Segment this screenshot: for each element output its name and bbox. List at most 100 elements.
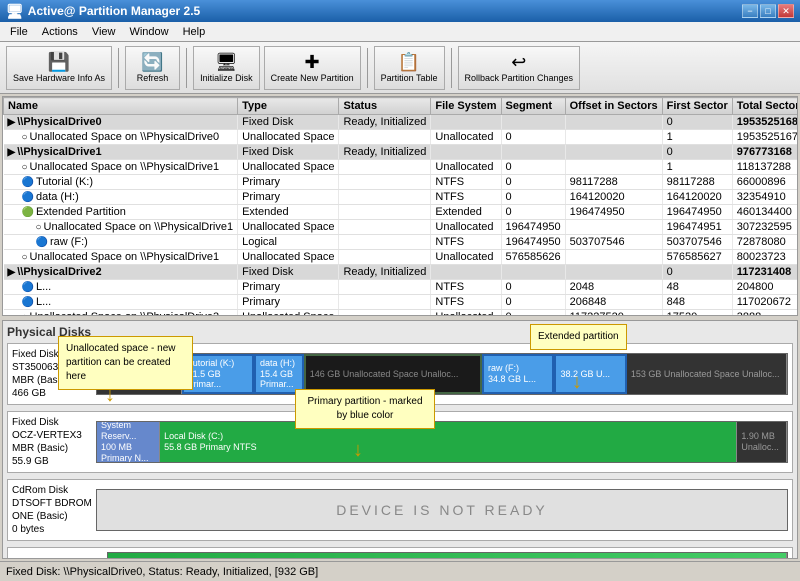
cell-status <box>339 160 431 175</box>
tooltip-primary-text: Primary partition - marked by blue color <box>307 396 422 421</box>
close-button[interactable]: ✕ <box>778 4 794 18</box>
rollback-button[interactable]: ↩ Rollback Partition Changes <box>458 46 581 90</box>
cell-name: ▶\\PhysicalDrive0 <box>4 115 238 130</box>
cell-total: 1953525168 <box>732 115 798 130</box>
disk2-model: DTSOFT BDROM <box>12 497 92 510</box>
cell-name: ○Unallocated Space on \\PhysicalDrive1 <box>4 250 238 265</box>
maximize-button[interactable]: □ <box>760 4 776 18</box>
disk1-part-c[interactable]: Local Disk (C:) 55.8 GB Primary NTFS <box>160 422 737 462</box>
cell-status <box>339 175 431 190</box>
cell-total: 1953525167 <box>732 130 798 145</box>
col-name: Name <box>4 98 238 115</box>
table-row[interactable]: ○Unallocated Space on \\PhysicalDrive1 U… <box>4 220 799 235</box>
save-hw-label: Save Hardware Info As <box>13 73 105 83</box>
menu-window[interactable]: Window <box>123 24 174 40</box>
disk0-part-38[interactable]: 38.2 GB U... <box>554 354 626 394</box>
table-row[interactable]: ○Unallocated Space on \\PhysicalDrive3 U… <box>4 310 799 317</box>
cell-fs: NTFS <box>431 295 501 310</box>
cell-name: ○Unallocated Space on \\PhysicalDrive1 <box>4 220 238 235</box>
toolbar-sep-3 <box>367 48 368 88</box>
cell-total: 118137288 <box>732 160 798 175</box>
table-row[interactable]: 🔵Tutorial (K:) Primary NTFS 0 98117288 9… <box>4 175 799 190</box>
cell-offset <box>565 130 662 145</box>
col-type: Type <box>238 98 339 115</box>
cell-offset <box>565 220 662 235</box>
cell-first: 0 <box>662 115 732 130</box>
create-part-button[interactable]: ✚ Create New Partition <box>264 46 361 90</box>
tooltip-extended: Extended partition <box>530 324 627 350</box>
menu-actions[interactable]: Actions <box>36 24 84 40</box>
tooltip-extended-text: Extended partition <box>538 331 619 342</box>
cell-first: 576585627 <box>662 250 732 265</box>
cell-seg <box>501 265 565 280</box>
cell-seg: 0 <box>501 190 565 205</box>
cell-offset <box>565 265 662 280</box>
menu-view[interactable]: View <box>86 24 122 40</box>
cell-fs <box>431 145 501 160</box>
cell-status: Ready, Initialized <box>339 265 431 280</box>
cell-offset <box>565 250 662 265</box>
table-row[interactable]: ○Unallocated Space on \\PhysicalDrive1 U… <box>4 160 799 175</box>
table-row[interactable]: ▶\\PhysicalDrive0 Fixed Disk Ready, Init… <box>4 115 799 130</box>
cell-type: Unallocated Space <box>238 160 339 175</box>
disk0-part-unalloc2[interactable]: 146 GB Unallocated Space Unalloc... <box>304 354 482 394</box>
save-hw-button[interactable]: 💾 Save Hardware Info As <box>6 46 112 90</box>
cell-offset: 503707546 <box>565 235 662 250</box>
menu-file[interactable]: File <box>4 24 34 40</box>
cell-seg: 0 <box>501 205 565 220</box>
cell-fs: Extended <box>431 205 501 220</box>
cell-first: 0 <box>662 145 732 160</box>
table-row[interactable]: ○Unallocated Space on \\PhysicalDrive1 U… <box>4 250 799 265</box>
table-row[interactable]: 🔵L... Primary NTFS 0 206848 848 11702067… <box>4 295 799 310</box>
tooltip-unalloc: Unallocated space - new partition can be… <box>58 336 193 390</box>
init-disk-button[interactable]: 🖥 Initialize Disk <box>193 46 260 90</box>
col-fs: File System <box>431 98 501 115</box>
table-row[interactable]: ▶\\PhysicalDrive1 Fixed Disk Ready, Init… <box>4 145 799 160</box>
disk3-part-bar[interactable] <box>108 553 787 559</box>
cell-name: 🔵Tutorial (K:) <box>4 175 238 190</box>
cell-status <box>339 130 431 145</box>
disk-info-1: Fixed Disk OCZ-VERTEX3 MBR (Basic) 55.9 … <box>12 416 92 468</box>
toolbar: 💾 Save Hardware Info As 🔄 Refresh 🖥 Init… <box>0 42 800 94</box>
table-row[interactable]: ○Unallocated Space on \\PhysicalDrive0 U… <box>4 130 799 145</box>
disk-row-3: CdRom Disk DTSOFT_BDROM... <box>7 547 793 559</box>
cell-offset: 117227520 <box>565 310 662 317</box>
cell-fs: Unallocated <box>431 310 501 317</box>
app-icon: 🖥 <box>6 3 24 20</box>
table-row[interactable]: 🔵raw (F:) Logical NTFS 196474950 5037075… <box>4 235 799 250</box>
disk0-part-raw[interactable]: raw (F:) 34.8 GB L... <box>482 354 554 394</box>
disk-info-2: CdRom Disk DTSOFT BDROM ONE (Basic) 0 by… <box>12 484 92 536</box>
cell-type: Extended <box>238 205 339 220</box>
disk0-part-unalloc3[interactable]: 153 GB Unallocated Space Unalloc... <box>627 354 787 394</box>
table-row[interactable]: ▶\\PhysicalDrive2 Fixed Disk Ready, Init… <box>4 265 799 280</box>
table-row[interactable]: 🔵L... Primary NTFS 0 2048 48 204800 100 … <box>4 280 799 295</box>
status-bar: Fixed Disk: \\PhysicalDrive0, Status: Re… <box>0 561 800 581</box>
refresh-button[interactable]: 🔄 Refresh <box>125 46 180 90</box>
cell-type: Fixed Disk <box>238 115 339 130</box>
cell-seg: 0 <box>501 160 565 175</box>
disk1-part-unalloc[interactable]: 1.90 MB Unalloc... <box>737 422 787 462</box>
disk2-sub: ONE (Basic) <box>12 510 92 523</box>
cell-first: 164120020 <box>662 190 732 205</box>
cell-offset: 2048 <box>565 280 662 295</box>
cell-status: Ready, Initialized <box>339 145 431 160</box>
disk1-part-sysreserve[interactable]: System Reserv... 100 MB Primary N... <box>97 422 160 462</box>
create-part-icon: ✚ <box>305 53 320 71</box>
minimize-button[interactable]: − <box>742 4 758 18</box>
cell-fs: Unallocated <box>431 130 501 145</box>
col-offset: Offset in Sectors <box>565 98 662 115</box>
cell-first: 848 <box>662 295 732 310</box>
cell-offset: 164120020 <box>565 190 662 205</box>
cell-fs: NTFS <box>431 235 501 250</box>
cell-total: 3888 <box>732 310 798 317</box>
part-table-button[interactable]: 📋 Partition Table <box>374 46 445 90</box>
table-row[interactable]: 🔵data (H:) Primary NTFS 0 164120020 1641… <box>4 190 799 205</box>
cell-fs <box>431 115 501 130</box>
cell-fs: Unallocated <box>431 160 501 175</box>
cell-status <box>339 190 431 205</box>
cell-status: Ready, Initialized <box>339 115 431 130</box>
table-row[interactable]: 🟢Extended Partition Extended Extended 0 … <box>4 205 799 220</box>
cell-name: ○Unallocated Space on \\PhysicalDrive0 <box>4 130 238 145</box>
disk0-part-data[interactable]: data (H:) 15.4 GB Primar... <box>254 354 304 394</box>
menu-help[interactable]: Help <box>177 24 212 40</box>
